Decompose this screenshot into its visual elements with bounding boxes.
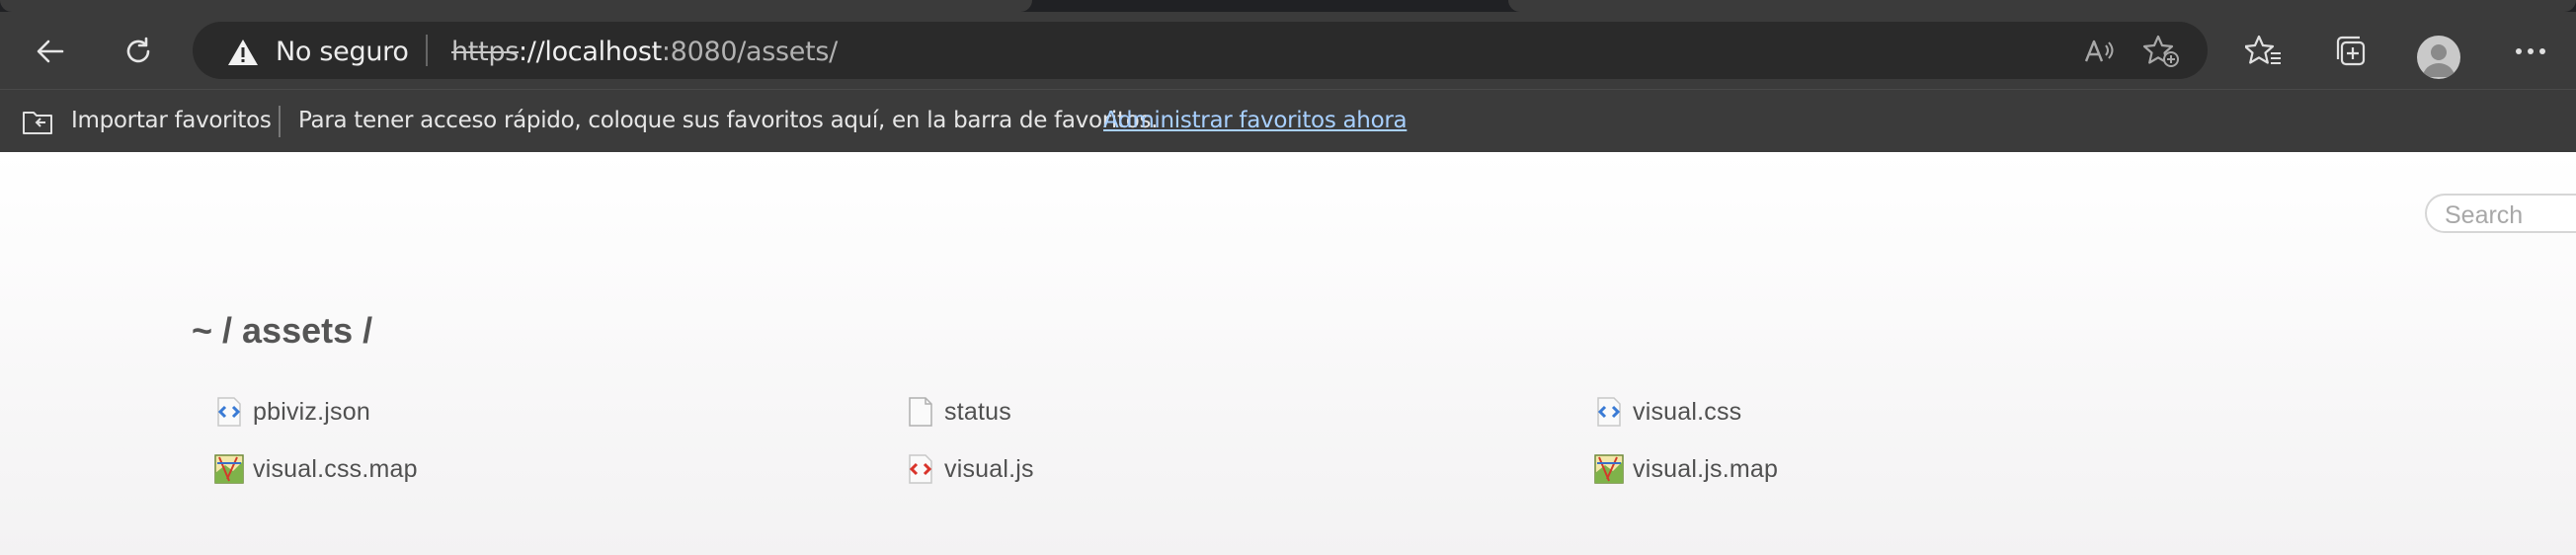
refresh-button[interactable] <box>112 25 165 78</box>
import-favorites-link[interactable]: Importar favoritos <box>71 108 272 133</box>
collections-icon <box>2336 36 2366 66</box>
file-link-status[interactable]: status <box>905 392 1011 432</box>
file-name: visual.js.map <box>1633 454 1779 483</box>
divider <box>426 35 428 66</box>
manage-favorites-link[interactable]: Administrar favoritos ahora <box>1103 108 1408 133</box>
file-link-visual-js[interactable]: visual.js <box>905 449 1034 489</box>
browser-tab[interactable] <box>1508 0 2576 12</box>
script-file-icon <box>905 453 936 485</box>
file-name: pbiviz.json <box>253 397 370 426</box>
warning-icon[interactable] <box>226 38 260 67</box>
code-file-icon <box>213 396 245 428</box>
import-folder-icon[interactable] <box>20 105 57 138</box>
file-name: visual.css.map <box>253 454 418 483</box>
file-name: visual.css <box>1633 397 1742 426</box>
more-button[interactable] <box>2509 30 2552 73</box>
map-file-icon <box>213 453 245 485</box>
file-name: status <box>944 397 1011 426</box>
page-content: ~ / assets / pbiviz.json status visual.c… <box>0 152 2576 555</box>
code-file-icon <box>1593 396 1625 428</box>
url-text[interactable]: https://localhost:8080/assets/ <box>451 37 838 67</box>
file-link-visual-css[interactable]: visual.css <box>1593 392 1741 432</box>
refresh-icon <box>126 37 150 63</box>
add-favorite-icon[interactable] <box>2142 34 2182 69</box>
file-link-visual-js-map[interactable]: visual.js.map <box>1593 449 1778 489</box>
search-input[interactable] <box>2425 194 2576 233</box>
divider <box>279 106 281 137</box>
address-bar[interactable]: No seguro https://localhost:8080/assets/ <box>193 22 2208 79</box>
read-aloud-icon[interactable] <box>2081 34 2117 69</box>
map-file-icon <box>1593 453 1625 485</box>
profile-avatar[interactable] <box>2417 36 2460 79</box>
person-icon <box>2423 44 2455 77</box>
blank-file-icon <box>905 396 936 428</box>
url-scheme: https <box>451 37 519 67</box>
url-path: :8080/assets/ <box>661 37 838 67</box>
file-link-pbiviz-json[interactable]: pbiviz.json <box>213 392 370 432</box>
breadcrumb: ~ / assets / <box>192 310 373 351</box>
file-link-visual-css-map[interactable]: visual.css.map <box>213 449 418 489</box>
back-button[interactable] <box>24 25 77 78</box>
browser-toolbar: No seguro https://localhost:8080/assets/ <box>0 12 2576 89</box>
collections-button[interactable] <box>2329 30 2373 73</box>
file-name: visual.js <box>944 454 1034 483</box>
back-icon <box>37 40 64 63</box>
browser-tab[interactable] <box>0 0 1032 12</box>
favorites-button[interactable] <box>2242 30 2286 73</box>
favorites-bar: Importar favoritos Para tener acceso ráp… <box>0 89 2576 152</box>
url-host: ://localhost <box>519 37 662 67</box>
favorites-hint: Para tener acceso rápido, coloque sus fa… <box>298 108 1159 133</box>
tab-strip <box>0 0 2576 12</box>
security-status[interactable]: No seguro <box>276 37 409 67</box>
favorites-icon <box>2245 35 2281 64</box>
more-icon <box>2516 48 2545 54</box>
